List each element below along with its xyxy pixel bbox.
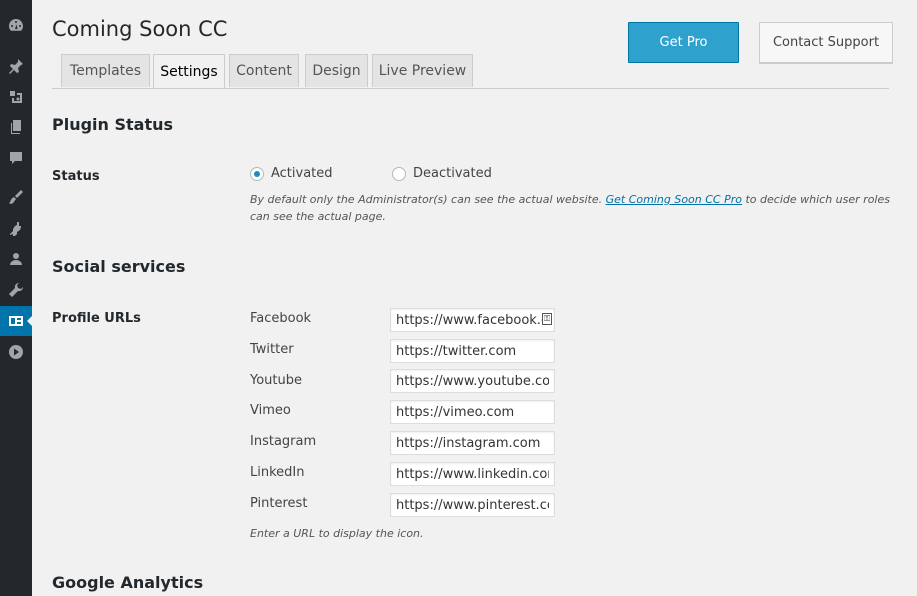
pinterest-url-input[interactable]: [390, 493, 555, 517]
status-description-text: By default only the Administrator(s) can…: [250, 193, 606, 206]
linkedin-label: LinkedIn: [250, 465, 305, 480]
radio-activated-indicator[interactable]: [250, 166, 264, 181]
facebook-label: Facebook: [250, 311, 312, 326]
radio-activated[interactable]: Activated: [250, 166, 333, 181]
status-label: Status: [52, 169, 100, 184]
main-content: Coming Soon CC Get Pro Contact Support T…: [32, 0, 917, 596]
twitter-url-input[interactable]: [390, 339, 555, 363]
play-icon[interactable]: [0, 337, 32, 367]
tab-content[interactable]: Content: [229, 54, 299, 87]
instagram-url-input[interactable]: [390, 431, 555, 455]
tab-live-preview[interactable]: Live Preview: [372, 54, 473, 87]
linkedin-url-input[interactable]: [390, 462, 555, 486]
plugins-icon[interactable]: [0, 214, 32, 244]
get-pro-link[interactable]: Get Coming Soon CC Pro: [606, 193, 742, 206]
radio-deactivated-indicator[interactable]: [392, 166, 406, 181]
pinterest-label: Pinterest: [250, 496, 308, 511]
admin-sidebar: [0, 0, 32, 596]
status-description: By default only the Administrator(s) can…: [250, 191, 890, 225]
settings-tabs: Templates Settings Content Design Live P…: [52, 54, 889, 89]
vimeo-url-input[interactable]: [390, 400, 555, 424]
pages-icon[interactable]: [0, 112, 32, 142]
radio-deactivated-label: Deactivated: [413, 166, 492, 181]
dashboard-icon[interactable]: [0, 10, 32, 40]
tab-templates[interactable]: Templates: [61, 54, 150, 87]
youtube-label: Youtube: [250, 373, 302, 388]
tab-settings[interactable]: Settings: [153, 54, 225, 88]
plugin-status-heading: Plugin Status: [52, 115, 174, 134]
page-title: Coming Soon CC: [52, 17, 228, 41]
tab-design[interactable]: Design: [305, 54, 368, 87]
autofill-key-icon[interactable]: ⚿: [542, 313, 552, 325]
pin-icon[interactable]: [0, 51, 32, 81]
radio-activated-label: Activated: [271, 166, 333, 181]
instagram-label: Instagram: [250, 434, 317, 449]
tools-icon[interactable]: [0, 275, 32, 305]
appearance-icon[interactable]: [0, 182, 32, 212]
facebook-url-input[interactable]: [390, 308, 555, 332]
radio-deactivated[interactable]: Deactivated: [392, 166, 492, 181]
twitter-label: Twitter: [250, 342, 294, 357]
social-services-heading: Social services: [52, 257, 186, 276]
coming-soon-icon[interactable]: [0, 306, 32, 336]
profile-urls-hint: Enter a URL to display the icon.: [250, 527, 424, 540]
media-icon[interactable]: [0, 82, 32, 112]
vimeo-label: Vimeo: [250, 403, 291, 418]
profile-urls-label: Profile URLs: [52, 311, 141, 326]
comments-icon[interactable]: [0, 143, 32, 173]
users-icon[interactable]: [0, 244, 32, 274]
youtube-url-input[interactable]: [390, 369, 555, 393]
google-analytics-heading: Google Analytics: [52, 573, 204, 592]
